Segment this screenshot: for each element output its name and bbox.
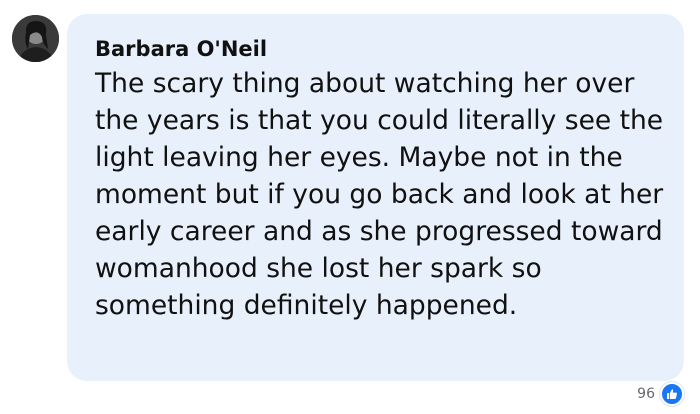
comment-text: The scary thing about watching her over … [95, 68, 664, 321]
comment-author[interactable]: Barbara O'Neil [95, 36, 666, 62]
avatar-photo [12, 15, 59, 62]
thumbs-up-icon [660, 382, 684, 406]
avatar[interactable] [12, 15, 59, 62]
reaction-summary[interactable]: 96 [637, 382, 684, 406]
comment-bubble: Barbara O'Neil The scary thing about wat… [67, 14, 684, 381]
reaction-count: 96 [637, 386, 655, 402]
